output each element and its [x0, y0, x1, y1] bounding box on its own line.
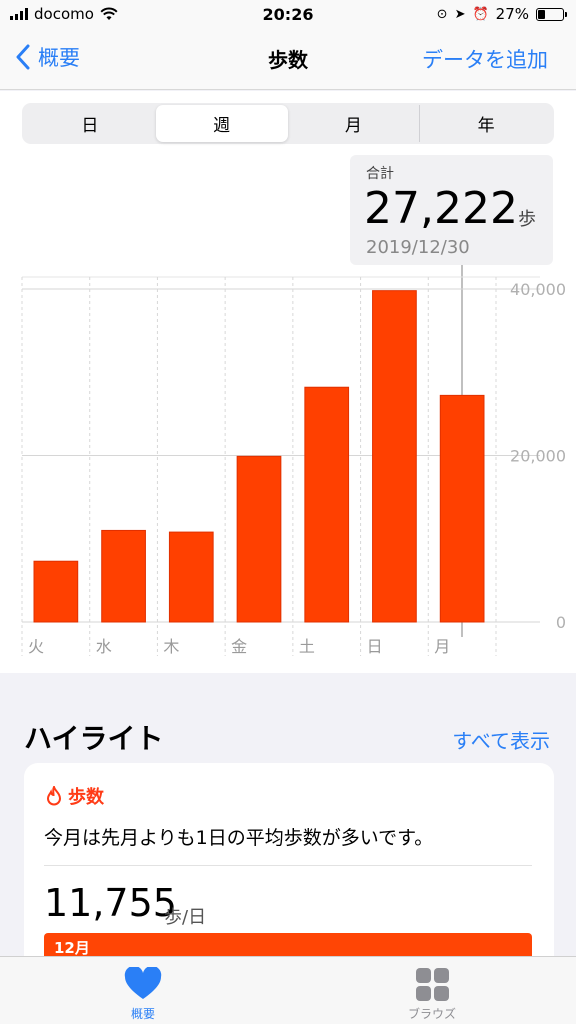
- alarm-icon: ⏰: [472, 6, 489, 22]
- tooltip-label: 合計: [366, 166, 394, 182]
- period-segmented-control: 日 週 月 年: [22, 103, 554, 144]
- tab-summary[interactable]: 概要: [93, 963, 193, 1022]
- bar: [101, 529, 146, 623]
- bar: [236, 455, 282, 623]
- location-icon: ➤: [454, 6, 466, 22]
- flame-icon: [46, 786, 62, 806]
- x-tick-label: 金: [231, 637, 247, 656]
- bar: [33, 560, 79, 623]
- tooltip-date: 2019/12/30: [366, 237, 470, 258]
- card-description: 今月は先月よりも1日の平均歩数が多いです。: [44, 827, 434, 849]
- card-header: 歩数: [46, 783, 104, 809]
- status-bar: docomo 20:26 ⊙ ➤ ⏰ 27%: [0, 0, 576, 30]
- show-all-link[interactable]: すべて表示: [452, 725, 550, 754]
- bar: [168, 531, 214, 623]
- x-tick-label: 日: [367, 637, 383, 656]
- tooltip-value: 27,222: [364, 183, 518, 234]
- battery-percent: 27%: [495, 5, 529, 23]
- highlights-title: ハイライト: [24, 722, 164, 755]
- bar: [439, 394, 485, 623]
- x-tick-label: 水: [96, 637, 112, 656]
- steps-bar-chart[interactable]: 0 20,000 40,000 火 水 木 金 土 日 月: [0, 271, 576, 671]
- selection-tooltip: 合計 27,222 歩 2019/12/30: [350, 155, 553, 265]
- battery-icon: [536, 7, 567, 21]
- y-tick-label: 40,000: [510, 280, 566, 299]
- segment-week[interactable]: 週: [155, 105, 288, 142]
- y-tick-label: 0: [556, 613, 566, 632]
- segment-day[interactable]: 日: [24, 105, 156, 142]
- orientation-lock-icon: ⊙: [436, 6, 448, 22]
- tab-browse-label: ブラウズ: [407, 1007, 456, 1021]
- segment-year[interactable]: 年: [420, 105, 552, 142]
- card-average-unit: 歩/日: [164, 907, 207, 928]
- card-divider: [44, 865, 532, 866]
- x-tick-label: 土: [299, 637, 315, 656]
- tooltip-unit: 歩: [518, 209, 536, 230]
- heart-icon: [124, 967, 162, 999]
- segment-month[interactable]: 月: [288, 105, 421, 142]
- navigation-bar: 概要 歩数 データを追加: [0, 30, 576, 90]
- card-category: 歩数: [68, 787, 104, 808]
- bar: [304, 386, 350, 623]
- card-average-value: 11,755: [44, 881, 177, 925]
- status-right: ⊙ ➤ ⏰ 27%: [436, 5, 567, 23]
- add-data-button[interactable]: データを追加: [422, 44, 548, 74]
- tab-browse[interactable]: ブラウズ: [382, 963, 482, 1022]
- grid-icon: [415, 967, 449, 1001]
- tab-bar: 概要 ブラウズ: [0, 956, 576, 1024]
- highlights-section: ハイライト すべて表示 歩数 今月は先月よりも1日の平均歩数が多いです。 11,…: [0, 673, 576, 993]
- y-tick-label: 20,000: [510, 447, 566, 466]
- chart-panel: 日 週 月 年 合計 27,222 歩 2019/12/30 0 20,000 40…: [0, 91, 576, 673]
- tab-summary-label: 概要: [130, 1007, 155, 1021]
- x-tick-label: 火: [28, 637, 44, 656]
- card-month-label: 12月: [54, 939, 90, 957]
- x-tick-label: 月: [434, 637, 450, 656]
- bar: [372, 290, 417, 623]
- x-tick-label: 木: [163, 637, 179, 656]
